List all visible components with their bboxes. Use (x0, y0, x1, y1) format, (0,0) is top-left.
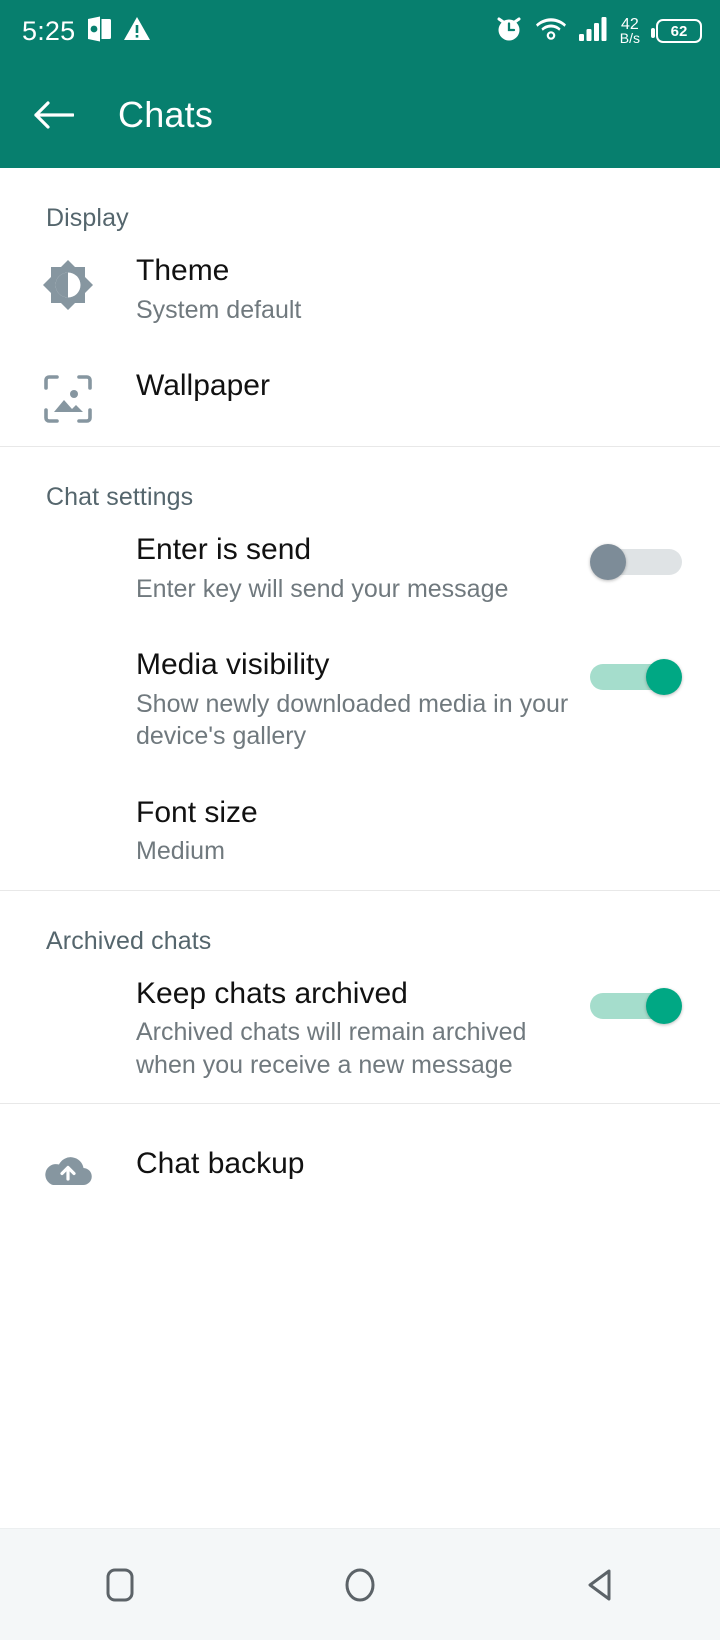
toggle-keep-chats-archived[interactable] (590, 976, 700, 1029)
row-subtitle: System default (136, 295, 302, 324)
section-header-archived-chats: Archived chats (46, 926, 212, 955)
section-chat-settings: Chat settings Enter is send Enter key wi… (0, 447, 720, 890)
page-title: Chats (118, 94, 214, 135)
section-chat-backup: Chat backup (0, 1104, 720, 1214)
row-subtitle: Medium (136, 837, 225, 866)
brightness-icon (0, 253, 136, 311)
switch-on[interactable] (590, 987, 682, 1024)
battery-icon: 62 (651, 19, 702, 43)
theme-text: Theme System default (136, 253, 700, 326)
row-title: Wallpaper (136, 369, 270, 403)
enter-is-send-text: Enter is send Enter key will send your m… (136, 532, 590, 605)
setting-row-theme[interactable]: Theme System default (0, 239, 720, 340)
row-title: Keep chats archived (136, 976, 408, 1010)
powerpoint-icon (86, 15, 112, 48)
android-nav-bar (0, 1528, 720, 1640)
row-subtitle: Enter key will send your message (136, 574, 509, 603)
back-triangle-icon[interactable] (545, 1550, 655, 1620)
switch-off[interactable] (590, 544, 682, 581)
setting-row-wallpaper[interactable]: Wallpaper (0, 340, 720, 438)
setting-row-font-size[interactable]: Font size Medium (0, 767, 720, 882)
phone-screen: 5:25 42 B/s 62 Chats Display Theme Syste… (0, 0, 720, 1640)
switch-thumb (646, 659, 682, 696)
toggle-media-visibility[interactable] (590, 647, 700, 700)
home-circle-icon[interactable] (305, 1550, 415, 1620)
status-bar-right: 42 B/s 62 (495, 15, 702, 48)
setting-row-keep-chats-archived[interactable]: Keep chats archived Archived chats will … (0, 962, 720, 1096)
switch-thumb (590, 544, 626, 581)
wallpaper-icon (0, 368, 136, 424)
row-icon-spacer (0, 647, 136, 653)
battery-percent: 62 (670, 22, 688, 40)
setting-row-chat-backup[interactable]: Chat backup (0, 1132, 720, 1206)
status-time: 5:25 (22, 15, 76, 46)
status-bar-left: 5:25 (22, 15, 151, 48)
wallpaper-text: Wallpaper (136, 368, 700, 405)
alarm-icon (495, 15, 523, 48)
settings-list: Display Theme System default Wallpaper C… (0, 168, 720, 1528)
row-subtitle: Archived chats will remain archived when… (136, 1018, 527, 1079)
font-size-text: Font size Medium (136, 795, 700, 868)
row-icon-spacer (0, 795, 136, 801)
row-title: Theme (136, 254, 230, 287)
media-visibility-text: Media visibility Show newly downloaded m… (136, 647, 590, 753)
recents-square-icon[interactable] (65, 1550, 175, 1620)
wifi-icon (535, 16, 566, 47)
signal-icon (578, 16, 609, 47)
row-icon-spacer (0, 532, 136, 538)
setting-row-enter-is-send[interactable]: Enter is send Enter key will send your m… (0, 518, 720, 619)
switch-on[interactable] (590, 659, 682, 696)
warning-triangle-icon (123, 16, 151, 47)
setting-row-media-visibility[interactable]: Media visibility Show newly downloaded m… (0, 619, 720, 767)
status-bar: 5:25 42 B/s 62 (0, 0, 720, 62)
row-title: Font size (136, 795, 258, 829)
row-subtitle: Show newly downloaded media in your devi… (136, 689, 569, 751)
row-title: Chat backup (136, 1147, 305, 1181)
switch-thumb (646, 987, 682, 1024)
network-speed-unit: B/s (619, 29, 640, 46)
back-arrow-icon[interactable] (30, 92, 76, 138)
section-archived-chats: Archived chats Keep chats archived Archi… (0, 891, 720, 1104)
section-header-chat-settings: Chat settings (46, 483, 194, 512)
app-bar: Chats (0, 62, 720, 168)
keep-chats-archived-text: Keep chats archived Archived chats will … (136, 976, 590, 1082)
row-title: Enter is send (136, 533, 312, 567)
section-display: Display Theme System default Wallpaper (0, 168, 720, 446)
section-header-display: Display (46, 204, 129, 232)
network-speed: 42 B/s (619, 16, 640, 46)
chat-backup-text: Chat backup (136, 1146, 700, 1183)
row-title: Media visibility (136, 648, 330, 682)
cloud-upload-icon (0, 1146, 136, 1192)
toggle-enter-is-send[interactable] (590, 532, 700, 585)
row-icon-spacer (0, 976, 136, 982)
